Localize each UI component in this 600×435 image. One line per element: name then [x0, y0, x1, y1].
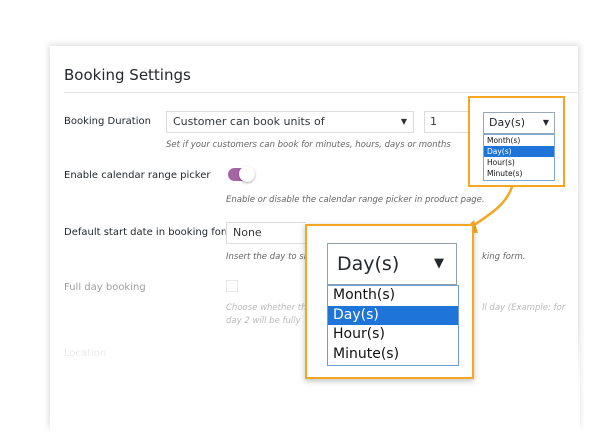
unit-option-minute-zoomed[interactable]: Minute(s)	[328, 345, 458, 365]
unit-dropdown-callout: Day(s) ▼ Month(s) Day(s) Hour(s) Minute(…	[468, 96, 565, 187]
booking-units-input[interactable]: 1	[424, 111, 474, 133]
booking-units-value: 1	[430, 115, 437, 128]
unit-options-list: Month(s) Day(s) Hour(s) Minute(s)	[483, 134, 555, 181]
full-day-label: Full day booking	[64, 282, 146, 293]
unit-dropdown-zoom-callout: Day(s) ▼ Month(s) Day(s) Hour(s) Minute(…	[305, 224, 474, 379]
default-start-value: None	[233, 226, 262, 239]
location-label: Location	[64, 348, 107, 359]
chevron-down-icon: ▼	[434, 256, 444, 271]
default-start-description: Insert the day to sh	[226, 252, 310, 262]
page-title: Booking Settings	[64, 66, 191, 84]
booking-mode-select[interactable]: Customer can book units of ▼	[166, 111, 414, 133]
default-start-select[interactable]: None	[226, 222, 306, 244]
booking-mode-value: Customer can book units of	[173, 115, 325, 128]
unit-option-month[interactable]: Month(s)	[484, 135, 554, 146]
chevron-down-icon: ▼	[542, 118, 549, 127]
default-start-label: Default start date in booking form	[64, 227, 235, 238]
full-day-description-tail: ll day (Example: for	[482, 303, 566, 313]
unit-option-hour-zoomed[interactable]: Hour(s)	[328, 325, 458, 345]
unit-select-value: Day(s)	[489, 116, 526, 129]
calendar-range-description: Enable or disable the calendar range pic…	[226, 195, 485, 205]
booking-duration-description: Set if your customers can book for minut…	[166, 140, 451, 150]
full-day-description: Choose whether th	[226, 303, 307, 313]
unit-option-hour[interactable]: Hour(s)	[484, 157, 554, 168]
default-start-description-tail: king form.	[482, 252, 526, 262]
unit-option-minute[interactable]: Minute(s)	[484, 168, 554, 179]
unit-options-list-zoomed: Month(s) Day(s) Hour(s) Minute(s)	[327, 285, 459, 366]
calendar-range-label: Enable calendar range picker	[64, 170, 211, 181]
unit-option-day-zoomed[interactable]: Day(s)	[328, 305, 458, 325]
full-day-checkbox[interactable]	[226, 280, 238, 292]
chevron-down-icon: ▼	[400, 117, 407, 126]
unit-option-day[interactable]: Day(s)	[484, 146, 554, 157]
booking-duration-label: Booking Duration	[64, 116, 151, 127]
unit-option-month-zoomed[interactable]: Month(s)	[328, 286, 458, 306]
unit-select-zoomed[interactable]: Day(s) ▼	[327, 243, 457, 285]
full-day-description-line2: day 2 will be fully	[226, 316, 301, 326]
calendar-range-toggle[interactable]	[228, 166, 255, 182]
title-divider	[64, 92, 578, 93]
unit-select[interactable]: Day(s) ▼	[483, 112, 555, 134]
toggle-knob	[239, 166, 255, 182]
unit-select-zoomed-value: Day(s)	[337, 253, 400, 275]
